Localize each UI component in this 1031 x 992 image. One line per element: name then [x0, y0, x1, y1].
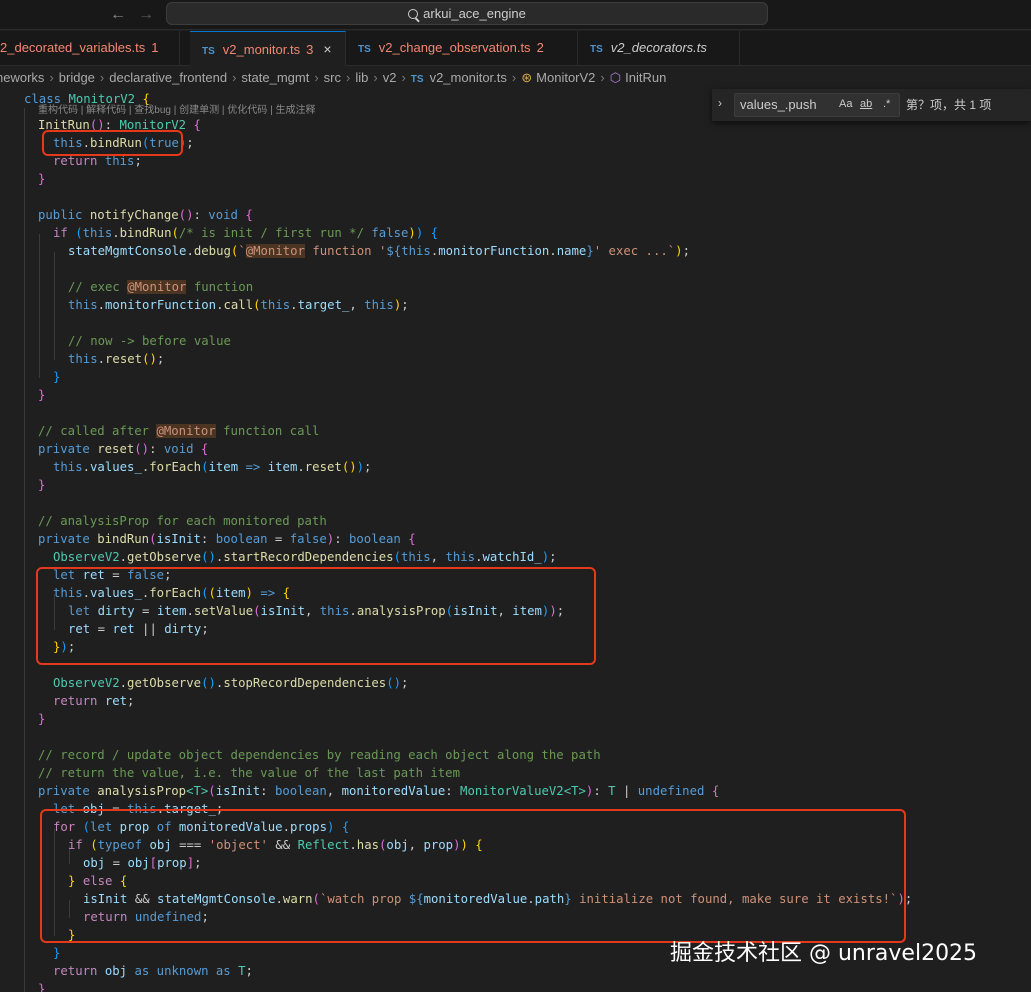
title-bar: ← → arkui_ace_engine — [0, 0, 1031, 30]
code-line: stateMgmtConsole.debug(`@Monitor functio… — [68, 244, 690, 258]
chevron-right-icon: › — [346, 70, 351, 85]
code-line: if (this.bindRun(/* is init / first run … — [53, 226, 439, 240]
match-case-toggle[interactable]: Aa — [839, 98, 852, 110]
code-line: } — [38, 388, 46, 402]
chevron-right-icon: › — [99, 70, 105, 85]
code-line: ObserveV2.getObserve().startRecordDepend… — [53, 550, 557, 564]
code-line: ObserveV2.getObserve().stopRecordDepende… — [53, 676, 409, 690]
code-line: } — [38, 478, 46, 492]
watermark-text: 掘金技术社区 @ unravel2025 — [670, 941, 978, 966]
breadcrumb-item[interactable]: src — [324, 70, 341, 85]
chevron-right-icon: › — [373, 70, 378, 85]
highlight-box — [42, 130, 183, 156]
breadcrumb-item[interactable]: neworks — [0, 70, 44, 85]
close-icon[interactable]: × — [323, 41, 331, 57]
breadcrumb-file[interactable]: v2_monitor.ts — [430, 70, 507, 85]
chevron-right-icon: › — [314, 70, 319, 85]
code-line: // record / update object dependencies b… — [38, 748, 601, 762]
indent-guide — [54, 252, 55, 360]
problem-count-badge: 1 — [151, 40, 159, 55]
tab-v2-monitor[interactable]: TS v2_monitor.ts 3 × — [190, 31, 346, 66]
code-line: this.values_.forEach(item => item.reset(… — [53, 460, 372, 474]
code-line: } — [38, 172, 46, 186]
breadcrumb-item[interactable]: lib — [355, 70, 368, 85]
arrow-left-icon[interactable]: ← — [108, 5, 128, 25]
find-widget: › values_.push Aa ab .* 第？项，共 1 项 — [712, 89, 1031, 121]
typescript-file-icon: TS — [590, 44, 603, 55]
code-line: } — [53, 946, 61, 960]
code-line: // analysisProp for each monitored path — [38, 514, 327, 528]
code-line: public notifyChange(): void { — [38, 208, 253, 222]
chevron-right-icon: › — [401, 70, 406, 85]
code-line: } — [53, 370, 61, 384]
breadcrumb-item[interactable]: v2 — [383, 70, 397, 85]
class-symbol-icon: ⊛ — [521, 70, 533, 85]
tab-decorated-variables[interactable]: 2_decorated_variables.ts 1 — [0, 31, 180, 66]
tab-label: v2_monitor.ts — [222, 42, 301, 57]
indent-guide — [39, 234, 40, 378]
match-whole-word-toggle[interactable]: ab — [860, 98, 872, 110]
code-line: this.reset(); — [68, 352, 165, 366]
code-line: // exec @Monitor function — [68, 280, 254, 294]
chevron-right-icon[interactable]: › — [718, 96, 722, 110]
breadcrumb-item[interactable]: declarative_frontend — [109, 70, 227, 85]
breadcrumb-item[interactable]: bridge — [59, 70, 95, 85]
breadcrumb-class[interactable]: MonitorV2 — [536, 70, 595, 85]
code-line: this.monitorFunction.call(this.target_, … — [68, 298, 409, 312]
regex-toggle[interactable]: .* — [883, 98, 890, 110]
command-center-label: arkui_ace_engine — [423, 6, 526, 21]
code-line: } — [38, 982, 46, 992]
breadcrumb-item[interactable]: state_mgmt — [241, 70, 309, 85]
code-line: private analysisProp<T>(isInit: boolean,… — [38, 784, 720, 798]
chevron-right-icon: › — [232, 70, 237, 85]
highlight-box — [36, 567, 596, 665]
code-line: private reset(): void { — [38, 442, 209, 456]
chevron-right-icon: › — [600, 70, 605, 85]
method-symbol-icon: ⬡ — [609, 70, 622, 85]
find-result-count: 第？项，共 1 项 — [906, 98, 992, 112]
indent-guide — [24, 108, 25, 992]
chevron-right-icon: › — [49, 70, 54, 85]
tab-label: v2_decorators.ts — [610, 40, 707, 55]
problem-count-badge: 3 — [306, 42, 314, 57]
codelens-actions[interactable]: 重构代码 | 解释代码 | 查找bug | 创建单测 | 优化代码 | 生成注释 — [38, 101, 315, 116]
editor-tab-bar: 2_decorated_variables.ts 1 TS v2_monitor.t… — [0, 31, 1031, 66]
breadcrumb-method[interactable]: InitRun — [625, 70, 666, 85]
tab-v2-change-observation[interactable]: TS v2_change_observation.ts 2 — [346, 31, 578, 66]
typescript-file-icon: TS — [358, 44, 371, 55]
command-center-search[interactable]: arkui_ace_engine — [166, 2, 768, 25]
code-line: // now -> before value — [68, 334, 231, 348]
tab-label: 2_decorated_variables.ts — [0, 40, 146, 55]
code-line: return obj as unknown as T; — [53, 964, 253, 978]
code-line: // called after @Monitor function call — [38, 424, 320, 438]
tab-v2-decorators[interactable]: TS v2_decorators.ts — [578, 31, 740, 66]
code-line: private bindRun(isInit: boolean = false)… — [38, 532, 416, 546]
code-line: // return the value, i.e. the value of t… — [38, 766, 460, 780]
chevron-right-icon: › — [511, 70, 517, 85]
typescript-file-icon: TS — [202, 46, 215, 57]
problem-count-badge: 2 — [536, 40, 544, 55]
tab-label: v2_change_observation.ts — [378, 40, 531, 55]
find-input[interactable]: values_.push — [734, 93, 900, 117]
code-editor[interactable]: class MonitorV2 { 重构代码 | 解释代码 | 查找bug | … — [0, 90, 1031, 992]
code-line: } — [38, 712, 46, 726]
code-line: return ret; — [53, 694, 135, 708]
highlight-box — [40, 809, 906, 943]
breadcrumb: neworks › bridge › declarative_frontend › stat… — [0, 67, 666, 89]
search-icon — [408, 9, 419, 19]
arrow-right-icon[interactable]: → — [136, 5, 156, 25]
typescript-file-icon: TS — [410, 74, 424, 85]
